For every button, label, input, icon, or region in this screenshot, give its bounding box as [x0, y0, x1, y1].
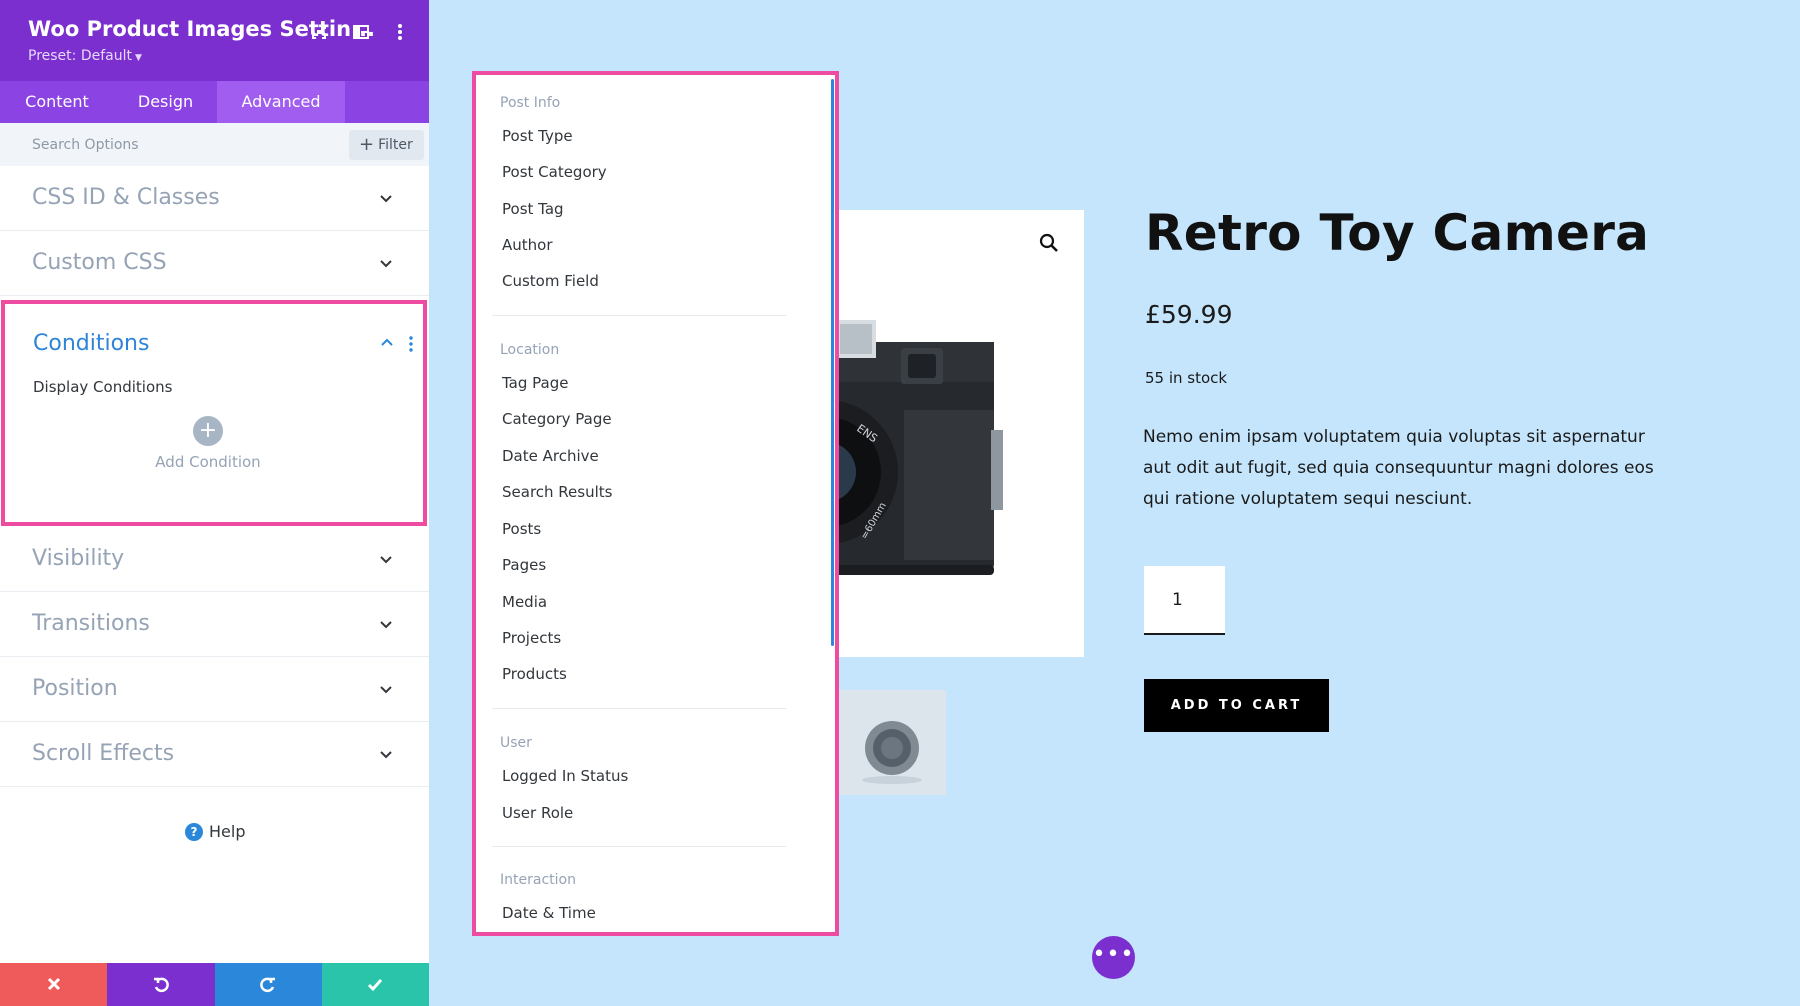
redo-button[interactable]	[214, 963, 322, 1006]
more-vertical-icon[interactable]	[408, 335, 414, 353]
dropdown-divider	[492, 708, 786, 709]
toggle-custom-css[interactable]: Custom CSS	[0, 231, 429, 296]
chevron-down-icon	[380, 260, 392, 268]
add-condition-icon[interactable]: +	[193, 416, 223, 446]
builder-menu-button[interactable]: •••	[1092, 936, 1135, 979]
chevron-down-icon	[380, 556, 392, 564]
toggle-title: Position	[32, 676, 118, 701]
dropdown-option[interactable]: Post Type	[502, 127, 573, 145]
dropdown-option[interactable]: Date & Time	[502, 904, 596, 922]
dropdown-group-label: Post Info	[500, 95, 561, 111]
more-vertical-icon[interactable]	[389, 21, 411, 43]
lens-thumbnail-image	[862, 721, 922, 784]
dropdown-scrollbar[interactable]	[831, 79, 834, 646]
help-label: Help	[209, 822, 246, 841]
dropdown-option[interactable]: Category Page	[502, 410, 612, 428]
close-icon	[47, 977, 60, 991]
toggle-title: Custom CSS	[32, 250, 167, 275]
dropdown-option[interactable]: User Role	[502, 804, 573, 822]
add-condition-button[interactable]: Add Condition	[105, 453, 311, 471]
help-link[interactable]: ? Help	[185, 822, 245, 841]
panel-footer	[0, 963, 429, 1006]
dropdown-group-label: Interaction	[500, 872, 576, 888]
chevron-down-icon	[380, 686, 392, 694]
chevron-down-icon	[380, 751, 392, 759]
layout-icon[interactable]	[350, 21, 372, 43]
dropdown-option[interactable]: Author	[502, 236, 553, 254]
product-title: Retro Toy Camera	[1145, 204, 1650, 262]
chevron-down-icon	[380, 621, 392, 629]
product-description: Nemo enim ipsam voluptatem quia voluptas…	[1143, 427, 1654, 509]
dropdown-option[interactable]: Tag Page	[502, 374, 568, 392]
toggle-scroll-effects[interactable]: Scroll Effects	[0, 722, 429, 787]
preset-selector[interactable]: Preset: Default ▼	[28, 48, 142, 64]
help-icon: ?	[185, 823, 203, 841]
toggle-css-id-classes[interactable]: CSS ID & Classes	[0, 166, 429, 231]
dropdown-option[interactable]: Date Archive	[502, 447, 599, 465]
quantity-input[interactable]	[1144, 566, 1225, 635]
chevron-up-icon[interactable]	[379, 335, 395, 351]
tab-content[interactable]: Content	[0, 81, 114, 123]
plus-icon: +	[359, 134, 375, 155]
preset-label: Preset: Default	[28, 48, 132, 64]
dropdown-group-label: User	[500, 735, 532, 751]
dropdown-option[interactable]: Logged In Status	[502, 767, 628, 785]
search-row: +Filter	[0, 123, 429, 166]
stock-status: 55 in stock	[1145, 369, 1228, 387]
condition-type-dropdown: Post Info Post Type Post Category Post T…	[472, 71, 839, 936]
dropdown-option[interactable]: Post Category	[502, 163, 607, 181]
chevron-down-icon	[380, 195, 392, 203]
display-conditions-label: Display Conditions	[33, 378, 173, 396]
fullscreen-icon[interactable]	[308, 21, 330, 43]
toggle-title: CSS ID & Classes	[32, 185, 220, 210]
search-input[interactable]	[0, 123, 340, 166]
settings-panel: Woo Product Images Settin... Preset: Def…	[0, 0, 429, 1006]
toggle-transitions[interactable]: Transitions	[0, 592, 429, 657]
toggle-position[interactable]: Position	[0, 657, 429, 722]
caret-down-icon: ▼	[134, 53, 142, 63]
filter-label: Filter	[378, 137, 413, 153]
product-price: £59.99	[1145, 300, 1233, 329]
camera-image: ENS =60mm	[836, 320, 1003, 575]
conditions-title[interactable]: Conditions	[33, 331, 149, 356]
dropdown-option[interactable]: Custom Field	[502, 272, 599, 290]
toggle-visibility[interactable]: Visibility	[0, 527, 429, 592]
toggle-title: Scroll Effects	[32, 741, 175, 766]
panel-header: Woo Product Images Settin... Preset: Def…	[0, 0, 429, 81]
dropdown-option[interactable]: Posts	[502, 520, 541, 538]
dropdown-divider	[492, 846, 786, 847]
product-main-image[interactable]: ENS =60mm	[836, 210, 1084, 657]
dropdown-option[interactable]: Pages	[502, 556, 546, 574]
dropdown-option[interactable]: Products	[502, 665, 567, 683]
toggle-title: Transitions	[32, 611, 150, 636]
filter-button[interactable]: + Filter	[349, 130, 424, 160]
redo-icon	[260, 977, 276, 993]
dropdown-option[interactable]: Media	[502, 593, 547, 611]
save-button[interactable]	[321, 963, 429, 1006]
tab-advanced[interactable]: Advanced	[217, 81, 345, 123]
settings-tabs: Content Design Advanced	[0, 81, 429, 123]
dropdown-option[interactable]: Search Results	[502, 483, 612, 501]
cancel-button[interactable]	[0, 963, 108, 1006]
toggle-title: Visibility	[32, 546, 125, 571]
dropdown-group-label: Location	[500, 342, 560, 358]
tab-design[interactable]: Design	[114, 81, 217, 123]
dropdown-option[interactable]: Projects	[502, 629, 561, 647]
search-icon[interactable]	[1038, 232, 1060, 254]
undo-icon	[153, 977, 169, 993]
product-thumbnail[interactable]	[836, 690, 946, 795]
dropdown-option[interactable]: Post Tag	[502, 200, 564, 218]
add-to-cart-button[interactable]: ADD TO CART	[1144, 679, 1329, 732]
check-icon	[368, 979, 383, 992]
undo-button[interactable]	[107, 963, 215, 1006]
dropdown-divider	[492, 315, 786, 316]
toggle-conditions: Conditions Display Conditions + Add Cond…	[1, 300, 427, 526]
